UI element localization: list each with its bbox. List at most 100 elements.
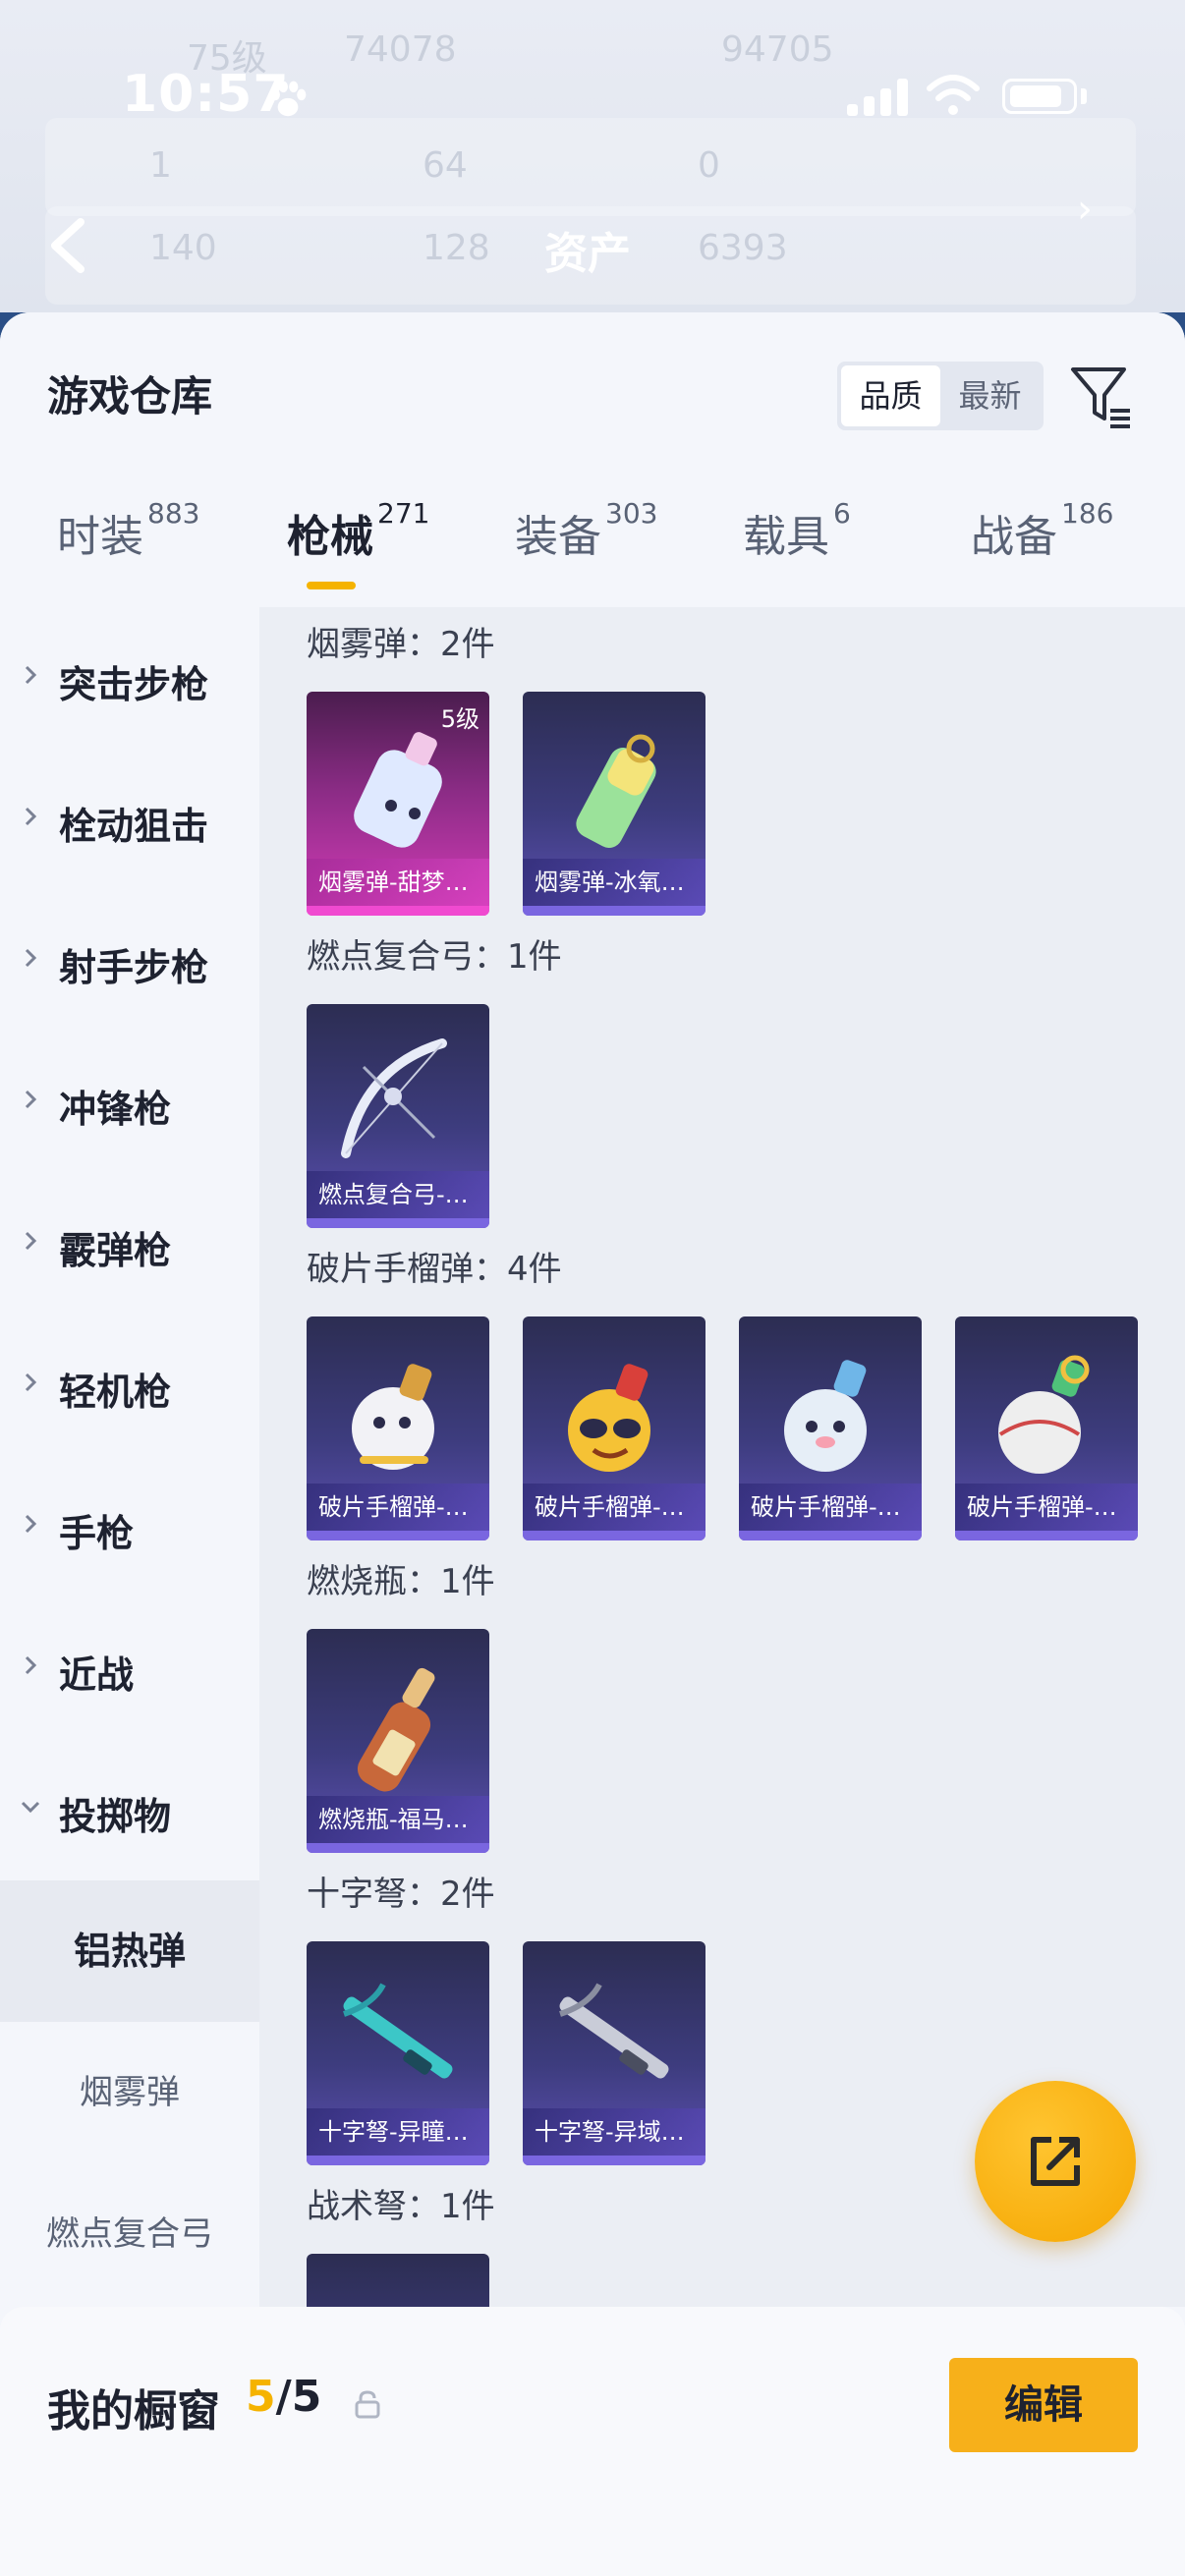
chevron-right-icon: [25, 1514, 37, 1534]
battery-icon: [1002, 79, 1077, 114]
chevron-right-icon: [25, 1372, 37, 1392]
item-card[interactable]: 燃点复合弓-…: [307, 1004, 489, 1228]
bg-stat: 74078: [344, 29, 457, 70]
sidebar-item-lmg[interactable]: 轻机枪: [0, 1315, 259, 1456]
category-tabs: 时装 883 枪械 271 装备 303 载具 6 战备 186: [0, 497, 1185, 599]
item-card[interactable]: [307, 2254, 489, 2307]
item-card[interactable]: 十字弩-异域…: [523, 1941, 705, 2165]
tab-equipment[interactable]: 装备 303: [515, 497, 657, 599]
bg-stat: 64: [423, 145, 468, 186]
warehouse-sheet: 游戏仓库 品质 最新 时装 883 枪械 271 装备 303 载具 6 战备 …: [0, 312, 1185, 2576]
rarity-bar: [307, 1531, 489, 1540]
item-name: 破片手榴弹-…: [307, 1484, 489, 1531]
item-card[interactable]: 十字弩-异瞳…: [307, 1941, 489, 2165]
rarity-bar: [955, 1531, 1138, 1540]
item-name: 烟雾弹-甜梦…: [307, 859, 489, 906]
share-icon: [1031, 2137, 1080, 2186]
grenade-icon: [998, 1355, 1090, 1474]
section-title: 十字弩：2件: [307, 1875, 495, 1914]
chevron-right-icon: [25, 1090, 37, 1109]
sidebar-item-smg[interactable]: 冲锋枪: [0, 1032, 259, 1173]
sidebar-item-label: 手枪: [59, 1512, 135, 1555]
edit-button[interactable]: 编辑: [949, 2358, 1138, 2452]
item-card[interactable]: 破片手榴弹-…: [739, 1316, 922, 1540]
rarity-bar: [307, 1218, 489, 1228]
sidebar-item-melee[interactable]: 近战: [0, 1597, 259, 1739]
tab-count: 186: [1061, 497, 1114, 530]
tab-label: 装备: [515, 512, 601, 562]
molotov-icon: [357, 1667, 435, 1792]
sidebar-item-marksman-rifle[interactable]: 射手步枪: [0, 890, 259, 1032]
sidebar-sub-smoke[interactable]: 烟雾弹: [0, 2022, 259, 2163]
item-name: 破片手榴弹-…: [739, 1484, 922, 1531]
tab-fashion[interactable]: 时装 883: [57, 497, 199, 599]
bg-stat: 6393: [698, 228, 788, 268]
share-button[interactable]: [975, 2081, 1136, 2242]
back-arrow-icon[interactable]: [43, 216, 92, 275]
sidebar-item-label: 轻机枪: [59, 1371, 172, 1414]
sidebar-item-assault-rifle[interactable]: 突击步枪: [0, 607, 259, 749]
item-name: 燃点复合弓-…: [307, 1171, 489, 1218]
showcase-separator: /: [275, 2372, 292, 2422]
smoke-bottle-icon: [354, 732, 442, 848]
tab-count: 271: [377, 497, 430, 530]
tab-count: 303: [605, 497, 658, 530]
grenade-icon: [352, 1364, 434, 1470]
sidebar-item-label: 射手步枪: [59, 946, 209, 989]
crossbow-icon: [343, 1983, 453, 2079]
sort-newest-button[interactable]: 最新: [940, 365, 1040, 426]
chevron-down-icon: [21, 1801, 40, 1814]
showcase-count: 5/5: [246, 2372, 321, 2422]
item-card[interactable]: 燃烧瓶-福马…: [307, 1629, 489, 1853]
lock-icon: [355, 2390, 380, 2419]
rarity-bar: [307, 906, 489, 916]
tab-label: 枪械: [287, 512, 373, 562]
sidebar-sub-thermite[interactable]: 铝热弹: [0, 1880, 259, 2022]
sidebar-item-bolt-sniper[interactable]: 栓动狙击: [0, 749, 259, 890]
bg-stat: 1: [149, 145, 172, 186]
sidebar-sub-compound-bow[interactable]: 燃点复合弓: [0, 2163, 259, 2305]
bg-stats-row: [45, 118, 1136, 216]
chevron-right-icon: ›: [1077, 187, 1093, 232]
rarity-bar: [523, 906, 705, 916]
sort-quality-button[interactable]: 品质: [841, 365, 940, 426]
rarity-bar: [523, 2156, 705, 2165]
sidebar-item-throwables[interactable]: 投掷物: [0, 1739, 259, 1880]
smoke-canister-icon: [576, 734, 656, 848]
section-title: 燃点复合弓：1件: [307, 937, 562, 977]
tab-combat-gear[interactable]: 战备 186: [971, 497, 1113, 599]
item-card[interactable]: 破片手榴弹-…: [307, 1316, 489, 1540]
filter-icon[interactable]: [1069, 362, 1132, 430]
rarity-bar: [307, 2156, 489, 2165]
sheet-header: 游戏仓库 品质 最新 时装 883 枪械 271 装备 303 载具 6 战备 …: [0, 312, 1185, 607]
active-tab-indicator: [307, 582, 356, 589]
item-name: 烟雾弹-冰氧…: [523, 859, 705, 906]
item-card[interactable]: 破片手榴弹-…: [955, 1316, 1138, 1540]
tab-count: 883: [147, 497, 200, 530]
sort-toggle: 品质 最新: [837, 362, 1044, 430]
tab-vehicles[interactable]: 载具 6: [743, 497, 851, 599]
battery-tip: [1081, 88, 1087, 104]
item-card[interactable]: 5级 烟雾弹-甜梦…: [307, 692, 489, 916]
chevron-right-icon: [25, 665, 37, 685]
crossbow-icon: [324, 2277, 472, 2307]
nav-title: 资产: [544, 229, 631, 279]
grenade-icon: [568, 1364, 650, 1472]
tab-label: 时装: [57, 512, 143, 562]
sidebar-item-pistol[interactable]: 手枪: [0, 1456, 259, 1597]
item-name: 破片手榴弹-…: [955, 1484, 1138, 1531]
item-grid: 烟雾弹：2件 5级 烟雾弹-甜梦… 烟雾弹-冰氧… 燃点复合弓：1件 燃点复合弓…: [259, 607, 1185, 2307]
tab-label: 战备: [971, 512, 1057, 562]
showcase-total: 5: [291, 2372, 322, 2422]
bow-icon: [341, 1038, 447, 1158]
sidebar-item-label: 投掷物: [59, 1795, 172, 1838]
sidebar-item-shotgun[interactable]: 霰弹枪: [0, 1173, 259, 1315]
item-card[interactable]: 烟雾弹-冰氧…: [523, 692, 705, 916]
tab-count: 6: [833, 497, 851, 530]
chevron-right-icon: [25, 1231, 37, 1251]
item-card[interactable]: 破片手榴弹-…: [523, 1316, 705, 1540]
chevron-right-icon: [25, 1655, 37, 1675]
item-name: 破片手榴弹-…: [523, 1484, 705, 1531]
section-title: 战术弩：1件: [307, 2187, 495, 2226]
rarity-bar: [307, 1843, 489, 1853]
